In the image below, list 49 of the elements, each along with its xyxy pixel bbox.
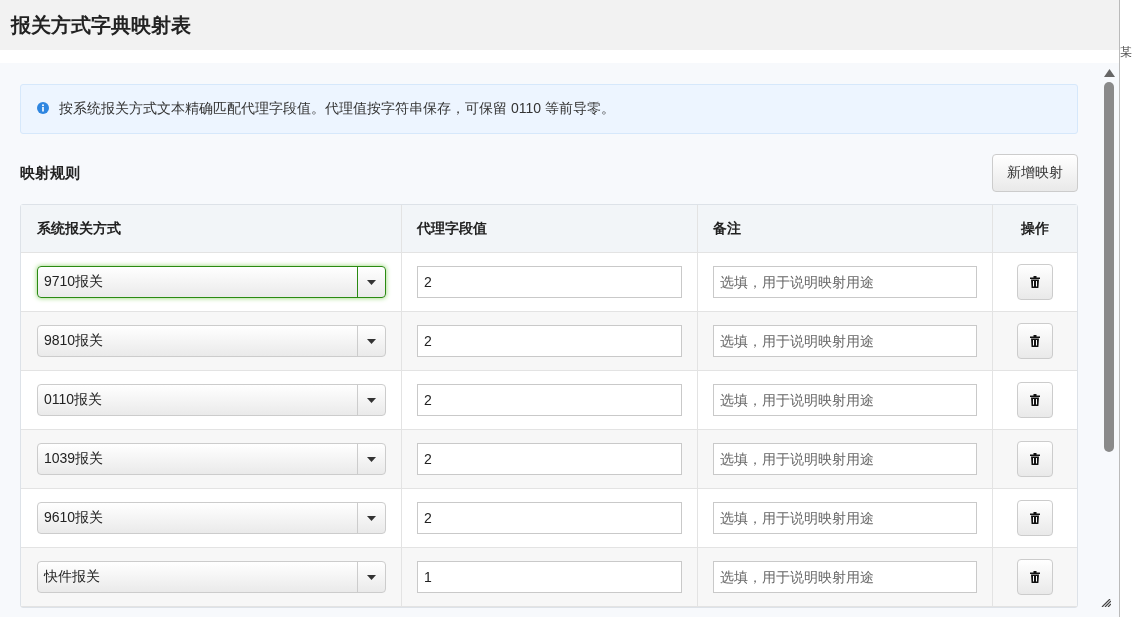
note-field[interactable]: 选填，用于说明映射用途 (713, 561, 977, 593)
value-field[interactable]: 2 (417, 384, 682, 416)
info-text: 按系统报关方式文本精确匹配代理字段值。代理值按字符串保存，可保留 0110 等前导零。 (59, 100, 615, 118)
trash-icon (1030, 335, 1040, 347)
column-header: 代理字段值 (402, 205, 698, 252)
trash-icon (1030, 276, 1040, 288)
note-field[interactable]: 选填，用于说明映射用途 (713, 325, 977, 357)
trash-icon (1030, 571, 1040, 583)
resize-grip-icon[interactable] (1101, 599, 1111, 607)
trash-icon (1030, 512, 1040, 524)
delete-button[interactable] (1017, 500, 1053, 536)
column-header: 系统报关方式 (21, 205, 402, 252)
caret-icon (367, 456, 376, 462)
method-select[interactable]: 9610报关 (37, 502, 386, 534)
column-header: 备注 (698, 205, 993, 252)
dialog-title: 报关方式字典映射表 (11, 12, 191, 38)
method-select[interactable]: 9710报关 (37, 266, 386, 298)
note-field[interactable]: 选填，用于说明映射用途 (713, 266, 977, 298)
section-title: 映射规则 (20, 163, 80, 183)
caret-icon (367, 515, 376, 521)
note-field[interactable]: 选填，用于说明映射用途 (713, 384, 977, 416)
column-header: 操作 (1020, 218, 1050, 238)
value-field[interactable]: 2 (417, 325, 682, 357)
value-field[interactable]: 2 (417, 502, 682, 534)
method-select[interactable]: 9810报关 (37, 325, 386, 357)
background-text: 某 (1120, 44, 1132, 61)
note-field[interactable]: 选填，用于说明映射用途 (713, 502, 977, 534)
caret-icon (367, 338, 376, 344)
value-field[interactable]: 2 (417, 443, 682, 475)
trash-icon (1030, 453, 1040, 465)
delete-button[interactable] (1017, 264, 1053, 300)
method-select[interactable]: 1039报关 (37, 443, 386, 475)
value-field[interactable]: 2 (417, 266, 682, 298)
delete-button[interactable] (1017, 323, 1053, 359)
note-field[interactable]: 选填，用于说明映射用途 (713, 443, 977, 475)
delete-button[interactable] (1017, 441, 1053, 477)
scroll-up-icon[interactable] (1103, 69, 1115, 77)
caret-icon (367, 279, 376, 285)
trash-icon (1030, 394, 1040, 406)
caret-icon (367, 574, 376, 580)
add-mapping-button[interactable]: 新增映射 (992, 154, 1078, 192)
method-select[interactable]: 快件报关 (37, 561, 386, 593)
method-select[interactable]: 0110报关 (37, 384, 386, 416)
caret-icon (367, 397, 376, 403)
scrollbar-thumb[interactable] (1104, 82, 1114, 452)
delete-button[interactable] (1017, 559, 1053, 595)
info-icon (37, 101, 49, 114)
value-field[interactable]: 1 (417, 561, 682, 593)
delete-button[interactable] (1017, 382, 1053, 418)
